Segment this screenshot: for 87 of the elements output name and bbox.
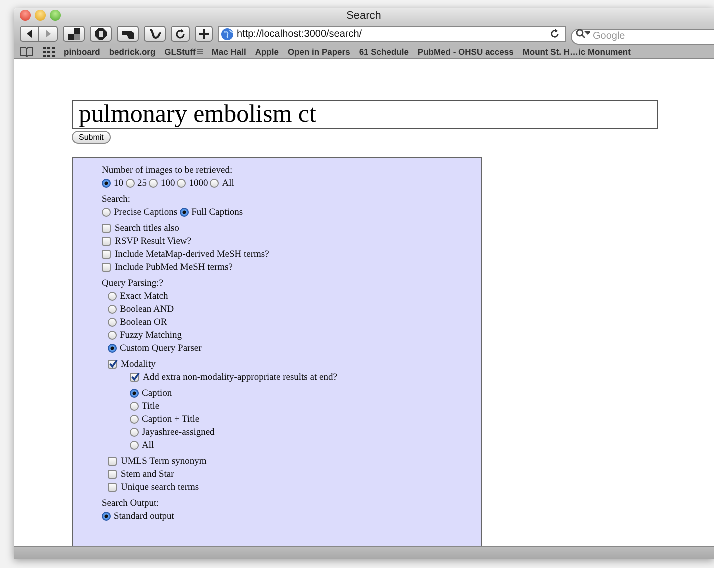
add-bookmark-icon[interactable]	[195, 26, 213, 42]
reload-icon[interactable]	[171, 26, 190, 42]
radio-label: Caption	[142, 388, 172, 398]
radio-button[interactable]	[108, 331, 117, 340]
radio-label: Boolean AND	[120, 304, 174, 314]
radio-button[interactable]	[210, 179, 220, 188]
window-title: Search	[346, 10, 382, 22]
reload-icon[interactable]	[550, 29, 560, 39]
radio-button[interactable]	[130, 402, 139, 411]
checkbox-label: RSVP Result View?	[115, 236, 192, 246]
bookmark-link[interactable]: PubMed - OHSU access	[418, 46, 514, 56]
radio-label: Precise Captions	[114, 208, 178, 218]
query-field[interactable]: pulmonary embolism ct	[72, 100, 658, 129]
radio-button[interactable]	[102, 512, 111, 521]
checkbox[interactable]	[130, 373, 139, 382]
checkbox[interactable]	[108, 457, 117, 466]
search-field[interactable]: Google	[571, 28, 714, 44]
radio-button[interactable]	[177, 179, 186, 188]
bookmark-link[interactable]: Open in Papers	[288, 46, 350, 56]
checkbox[interactable]	[102, 224, 111, 233]
bookmark-link[interactable]: bedrick.org	[109, 46, 156, 56]
checkbox-label: Include PubMed MeSH terms?	[115, 262, 233, 272]
radio-label: 10	[114, 178, 124, 188]
bookmark-link[interactable]: Mount St. H…ic Monument	[522, 46, 631, 56]
radio-button[interactable]	[102, 208, 111, 217]
radio-button[interactable]	[108, 318, 117, 327]
bookmark-link[interactable]: pinboard	[64, 46, 100, 56]
radio-label: 1000	[189, 178, 208, 188]
checkbox[interactable]	[102, 250, 111, 259]
radio-label: Boolean OR	[120, 318, 168, 328]
back-button[interactable]	[20, 26, 39, 42]
radio-label: Fuzzy Matching	[120, 330, 182, 340]
section-label: Query Parsing:?	[102, 278, 164, 288]
back-arrow-icon	[26, 30, 34, 38]
radio-label: All	[142, 440, 154, 450]
radio-label: Caption + Title	[142, 414, 200, 424]
radio-button[interactable]	[108, 344, 117, 353]
bookmark-link[interactable]: Mac Hall	[212, 46, 246, 56]
radio-button[interactable]	[149, 179, 158, 188]
section-label: Search:	[102, 194, 130, 204]
radio-label: Full Captions	[192, 208, 244, 218]
radio-button[interactable]	[130, 428, 139, 437]
menu-icon	[196, 49, 203, 54]
radio-button[interactable]	[130, 389, 139, 398]
forward-button[interactable]	[39, 26, 58, 42]
checkbox[interactable]	[108, 483, 117, 492]
bookmark-link[interactable]: 61 Schedule	[359, 46, 409, 56]
section-label: Number of images to be retrieved:	[102, 166, 233, 176]
submit-button[interactable]: Submit	[72, 131, 111, 144]
radio-label: 25	[138, 178, 147, 188]
radio-button[interactable]	[102, 179, 111, 188]
radio-label: Exact Match	[120, 292, 168, 302]
radio-button[interactable]	[130, 441, 139, 450]
zoom-button[interactable]	[50, 10, 61, 21]
radio-button[interactable]	[108, 305, 117, 314]
bookmark-folder[interactable]: GLStuff	[164, 46, 203, 56]
grid-icon[interactable]	[43, 46, 55, 56]
radio-label: Jayashree-assigned	[142, 428, 215, 438]
checkbox[interactable]	[108, 470, 117, 479]
checkbox-label: Include MetaMap-derived MeSH terms?	[115, 250, 270, 260]
radio-label: Custom Query Parser	[120, 344, 202, 354]
radio-label: Standard output	[114, 512, 174, 522]
book-icon[interactable]	[20, 46, 34, 56]
globe-icon	[221, 28, 234, 40]
section-label: Search Output:	[102, 498, 160, 508]
checkbox[interactable]	[102, 263, 111, 272]
radio-label: 100	[161, 178, 176, 188]
forward-arrow-icon	[44, 30, 52, 38]
address-field[interactable]: http://localhost:3000/search/	[218, 26, 566, 42]
radio-button[interactable]	[126, 179, 134, 188]
checkbox-label: Add extra non-modality-appropriate results at end?	[143, 372, 338, 382]
checkbox-label: Search titles also	[115, 224, 180, 234]
checkbox-label: Stem and Star	[121, 470, 174, 480]
checkbox-label: UMLS Term synonym	[121, 456, 207, 466]
radio-label: All	[222, 178, 234, 188]
squiggle-icon[interactable]	[144, 26, 166, 42]
bookmark-link[interactable]: Apple	[255, 46, 279, 56]
radio-button[interactable]	[130, 415, 139, 424]
checkbox-label: Modality	[121, 360, 156, 370]
radio-label: Title	[142, 402, 160, 412]
radio-button[interactable]	[180, 208, 189, 217]
checkbox[interactable]	[102, 237, 111, 246]
squares-icon[interactable]	[63, 26, 85, 42]
checkbox-label: Unique search terms	[121, 482, 200, 492]
radio-button[interactable]	[108, 292, 117, 301]
checkbox[interactable]	[108, 360, 117, 369]
close-button[interactable]	[20, 10, 31, 21]
